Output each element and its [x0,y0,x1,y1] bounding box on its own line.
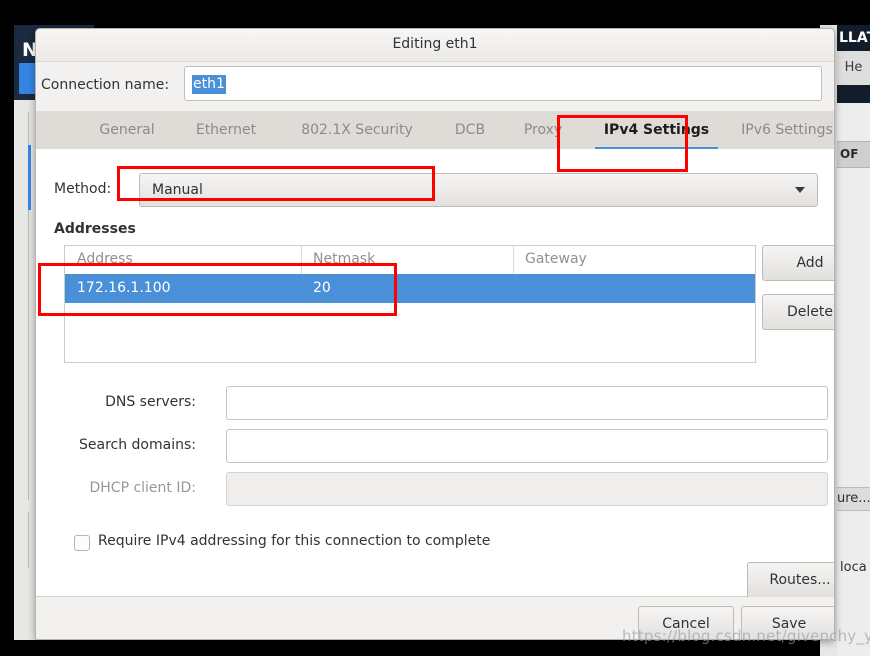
search-domains-input[interactable] [226,429,828,463]
delete-button[interactable]: Delete [762,294,834,330]
tab-label: 802.1X Security [301,122,413,138]
tab-label: General [99,122,155,138]
background-right-dark-band [837,85,870,103]
tab-proxy[interactable]: Proxy [505,111,581,149]
dns-servers-input[interactable] [226,386,828,420]
search-domains-label: Search domains: [79,437,196,453]
routes-button[interactable]: Routes... [747,562,834,598]
method-row: Method: Manual [54,173,818,207]
addresses-table[interactable]: Address Netmask Gateway 172.16.1.100 20 [64,245,756,363]
screen: N LLAT He OF ure... loca Editing eth1 Co… [0,0,870,656]
connection-name-label: Connection name: [41,77,170,93]
tab-label: DCB [454,122,486,138]
method-value: Manual [152,182,203,198]
search-domains-row: Search domains: [64,429,828,463]
column-divider-2 [513,246,514,274]
background-right-button[interactable]: ure... [837,487,870,511]
column-header-netmask: Netmask [313,251,376,267]
background-right-body-lower [837,511,870,656]
tab-ethernet[interactable]: Ethernet [179,111,273,149]
background-right-column-header: OF [837,141,870,168]
tab-label: Proxy [523,122,563,138]
connection-name-row: Connection name: eth1 [36,66,834,106]
addresses-table-header: Address Netmask Gateway [65,246,755,275]
save-button[interactable]: Save [741,606,834,639]
dialog-titlebar: Editing eth1 [36,29,834,62]
column-header-gateway: Gateway [525,251,587,267]
tab-ipv4-settings[interactable]: IPv4 Settings [593,111,720,150]
cell-address: 172.16.1.100 [77,280,171,296]
background-right-titlebar: LLAT [837,25,870,51]
tab-ipv6-settings[interactable]: IPv6 Settings [726,111,834,149]
column-divider-1 [301,246,302,274]
require-ipv4-label: Require IPv4 addressing for this connect… [98,533,491,549]
dialog-action-bar: Cancel Save [36,597,834,639]
tab-dcb[interactable]: DCB [441,111,499,149]
background-left-divider-lower [28,512,29,568]
method-label: Method: [54,181,112,197]
tab-strip: General Ethernet 802.1X Security DCB Proxy IP… [36,111,834,150]
dns-servers-row: DNS servers: [64,386,828,420]
background-right-pale-band [837,103,870,141]
tab-label: IPv4 Settings [603,122,710,138]
chevron-down-icon [795,187,805,193]
background-right-body [837,168,870,487]
editing-connection-dialog: Editing eth1 Connection name: eth1 Gener… [35,28,835,640]
dhcp-client-id-row: DHCP client ID: [64,472,828,506]
cancel-button[interactable]: Cancel [638,606,734,639]
background-right-tab[interactable]: He [837,51,870,85]
ipv4-settings-panel: Method: Manual Addresses Address Netmask… [36,149,834,598]
table-row[interactable]: 172.16.1.100 20 [65,274,755,303]
connection-name-input[interactable]: eth1 [184,66,822,101]
dhcp-client-id-label: DHCP client ID: [89,480,196,496]
require-ipv4-checkbox[interactable] [74,535,90,551]
dhcp-client-id-input [226,472,828,506]
connection-name-value: eth1 [192,75,226,94]
method-dropdown[interactable]: Manual [139,173,818,207]
cell-netmask: 20 [313,280,331,296]
tab-label: IPv6 Settings [741,122,833,138]
tab-label: Ethernet [195,122,257,138]
column-header-address: Address [77,251,133,267]
background-right-text: loca [840,560,867,575]
dialog-title: Editing eth1 [392,36,478,52]
background-left-selection-bar [28,145,31,210]
add-button[interactable]: Add [762,245,834,281]
tab-802-1x-security[interactable]: 802.1X Security [279,111,435,149]
dns-servers-label: DNS servers: [105,394,196,410]
tab-general[interactable]: General [81,111,173,149]
addresses-heading: Addresses [54,221,136,237]
